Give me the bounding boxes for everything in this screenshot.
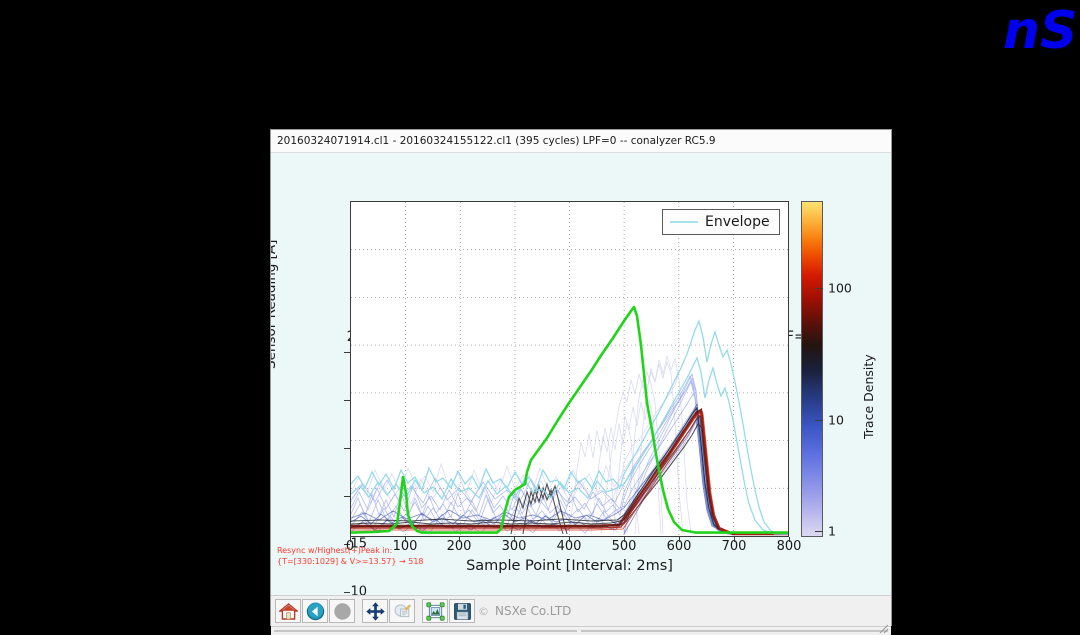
subplot-config-icon xyxy=(425,601,445,621)
x-tickmark xyxy=(459,537,460,542)
resync-annotation-line2: {T=[330:1029] & V>=13.57} → 518 xyxy=(277,557,424,566)
x-tickmark xyxy=(569,537,570,542)
plot-axes[interactable]: Envelope xyxy=(350,201,789,537)
floppy-save-icon xyxy=(453,602,471,620)
x-tickmark xyxy=(350,537,351,542)
resync-annotation: Resync w/Highest(+)Peak in: {T=[330:1029… xyxy=(277,545,424,567)
forward-arrow-icon xyxy=(333,602,351,620)
navigation-toolbar: © NSXe Co.LTD xyxy=(271,595,891,626)
pan-move-icon xyxy=(365,601,385,621)
pan-button[interactable] xyxy=(362,599,388,623)
home-icon xyxy=(278,602,298,620)
highlight-trace xyxy=(351,305,788,534)
colorbar-tickmark xyxy=(815,531,823,533)
x-tickmark xyxy=(514,537,515,542)
resync-annotation-line1: Resync w/Highest(+)Peak in: xyxy=(277,546,393,555)
colorbar-tickmark xyxy=(815,420,823,422)
highlight-trace-layer xyxy=(351,305,788,534)
colorbar-label: Trace Density xyxy=(861,354,876,439)
resize-grip-icon[interactable] xyxy=(876,621,889,634)
back-button[interactable] xyxy=(302,599,328,623)
legend-label-envelope: Envelope xyxy=(705,214,770,230)
x-tickmark xyxy=(734,537,735,542)
nsx-logo-text: nSX xyxy=(1003,2,1075,57)
colorbar-tick-1: 1 xyxy=(828,523,836,539)
legend-swatch-envelope xyxy=(670,221,698,223)
configure-subplots-button[interactable] xyxy=(422,599,448,623)
zoom-rectangle-icon xyxy=(393,603,411,617)
colorbar-group: 100 10 1 Trace Density xyxy=(801,201,891,539)
plot-legend[interactable]: Envelope xyxy=(662,209,780,235)
colorbar-gradient xyxy=(801,201,823,537)
colorbar-tickmark xyxy=(815,288,823,290)
matplotlib-figure[interactable]: Highlight: 20160324072604.cl1 2016032407… xyxy=(271,153,891,595)
x-tickmark xyxy=(405,537,406,542)
status-panel-right xyxy=(581,630,888,632)
window-titlebar: 20160324071914.cl1 - 20160324155122.cl1 … xyxy=(271,130,891,153)
home-button[interactable] xyxy=(275,599,301,623)
colorbar-tick-100: 100 xyxy=(828,280,852,296)
y-tickmark xyxy=(344,592,350,593)
x-tickmark xyxy=(679,537,680,542)
window-title: 20160324071914.cl1 - 20160324155122.cl1 … xyxy=(277,135,716,147)
forward-button xyxy=(329,599,355,623)
y-tick-10: 10 xyxy=(350,584,367,596)
status-bar xyxy=(271,624,891,635)
back-arrow-icon xyxy=(306,601,324,620)
copyright-symbol: © xyxy=(478,604,489,618)
status-panel-left xyxy=(274,630,577,632)
x-tickmark xyxy=(789,537,790,542)
save-figure-button[interactable] xyxy=(449,599,475,623)
conalyzer-window: 20160324071914.cl1 - 20160324155122.cl1 … xyxy=(270,129,892,635)
copyright-text: NSXe Co.LTD xyxy=(495,604,572,618)
y-axis-label: Sensor Reading [A] xyxy=(271,239,279,369)
zoom-rect-button xyxy=(389,599,415,623)
nsx-logo: nSX xyxy=(1003,2,1075,57)
x-tickmark xyxy=(624,537,625,542)
colorbar-tick-10: 10 xyxy=(828,412,844,428)
